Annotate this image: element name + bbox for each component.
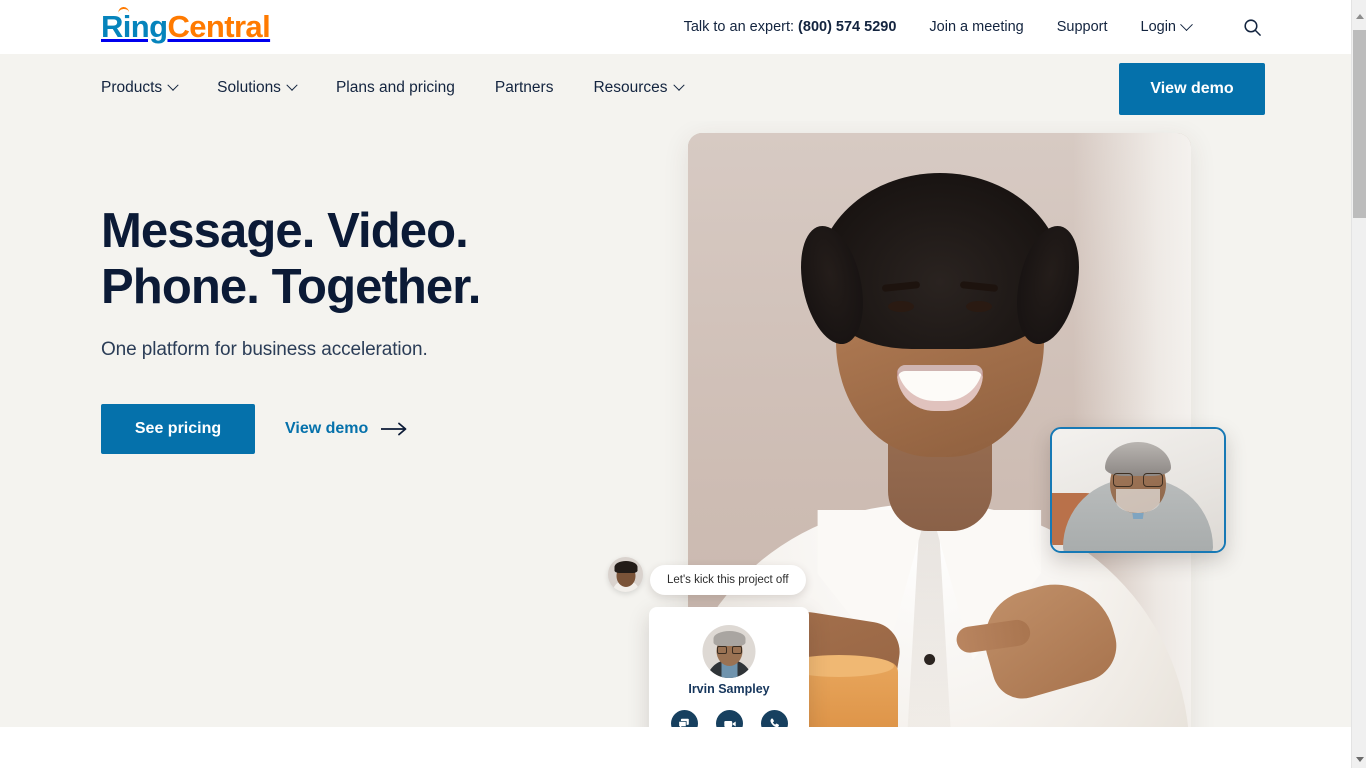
scroll-down-button[interactable] [1352,753,1366,766]
glasses-icon [716,646,742,654]
hero-headline-line-2: Phone. Together. [101,260,481,314]
hero-copy: Message. Video. Phone. Together. One pla… [101,203,571,454]
photo-subject-eye [965,301,992,312]
hero-visual: Let's kick this project off Irvin Sample… [588,121,1351,768]
chevron-up-icon [1355,14,1364,19]
see-pricing-button[interactable]: See pricing [101,404,255,454]
chevron-down-icon [167,79,179,91]
nav-item-label: Products [101,78,163,96]
nav-item-label: Partners [494,78,554,96]
utility-bar: RingCentral Talk to an expert: (800) 574… [0,0,1351,54]
logo-arc-icon [117,6,130,14]
hero-headline-line-1: Message. Video. [101,204,469,258]
search-button[interactable] [1241,16,1263,38]
hero-subheadline: One platform for business acceleration. [101,339,428,360]
chevron-down-icon [672,79,685,91]
search-icon [1243,18,1261,36]
view-demo-button-header[interactable]: View demo [1119,63,1265,115]
below-fold-area [0,727,1351,768]
logo-text-ring: Ring [101,9,168,44]
talk-to-expert: Talk to an expert: (800) 574 5290 [684,19,897,35]
page-scrollbar[interactable] [1351,0,1366,768]
scrollbar-thumb[interactable] [1353,30,1366,218]
talk-to-expert-label: Talk to an expert: [683,19,795,35]
chat-avatar [608,557,643,592]
logo-text-central: Central [167,9,271,44]
utility-links: Talk to an expert: (800) 574 5290 Join a… [684,0,1263,54]
contact-card-name: Irvin Sampley [688,682,770,696]
photo-subject-eye [887,301,914,312]
view-demo-link-label: View demo [285,420,369,437]
blouse-button [923,654,935,665]
utility-link-login[interactable]: Login [1140,17,1193,35]
nav-item-solutions[interactable]: Solutions [217,78,298,97]
utility-link-support[interactable]: Support [1057,19,1108,35]
page-content: RingCentral Talk to an expert: (800) 574… [0,0,1351,768]
chat-message-bubble: Let's kick this project off [650,565,806,595]
nav-item-partners[interactable]: Partners [495,79,554,97]
utility-link-label: Support [1056,19,1108,35]
nav-item-products[interactable]: Products [101,78,179,97]
chevron-down-icon [1180,17,1193,31]
ringcentral-logo[interactable]: RingCentral [101,6,271,45]
utility-link-join-a-meeting[interactable]: Join a meeting [929,19,1023,35]
hero-headline: Message. Video. Phone. Together. [101,203,571,315]
contact-avatar-hair [713,631,745,646]
chevron-down-icon [286,79,298,91]
view-demo-link[interactable]: View demo [285,420,409,438]
chat-avatar-hair [614,561,637,573]
video-tile-participant-beard [1116,489,1160,513]
nav-item-label: Resources [593,78,668,96]
contact-card-avatar [702,625,756,678]
hero-section: Message. Video. Phone. Together. One pla… [0,121,1351,768]
nav-item-label: Solutions [217,78,281,96]
arrow-right-icon [381,422,407,436]
utility-link-label: Login [1140,19,1176,35]
nav-item-plans-and-pricing[interactable]: Plans and pricing [336,79,455,97]
chevron-down-icon [1355,757,1364,762]
expert-phone-number[interactable]: (800) 574 5290 [798,19,896,35]
main-navigation: Products Solutions Plans and pricing Par… [0,54,1351,121]
utility-link-label: Join a meeting [929,19,1024,35]
hero-cta-row: See pricing View demo [101,404,571,454]
scroll-up-button[interactable] [1352,10,1366,23]
video-participant-tile[interactable] [1050,427,1226,553]
browser-viewport: RingCentral Talk to an expert: (800) 574… [0,0,1366,768]
nav-item-list: Products Solutions Plans and pricing Par… [101,79,723,97]
nav-item-label: Plans and pricing [335,78,455,96]
glasses-icon [1113,473,1163,487]
nav-item-resources[interactable]: Resources [593,78,685,97]
